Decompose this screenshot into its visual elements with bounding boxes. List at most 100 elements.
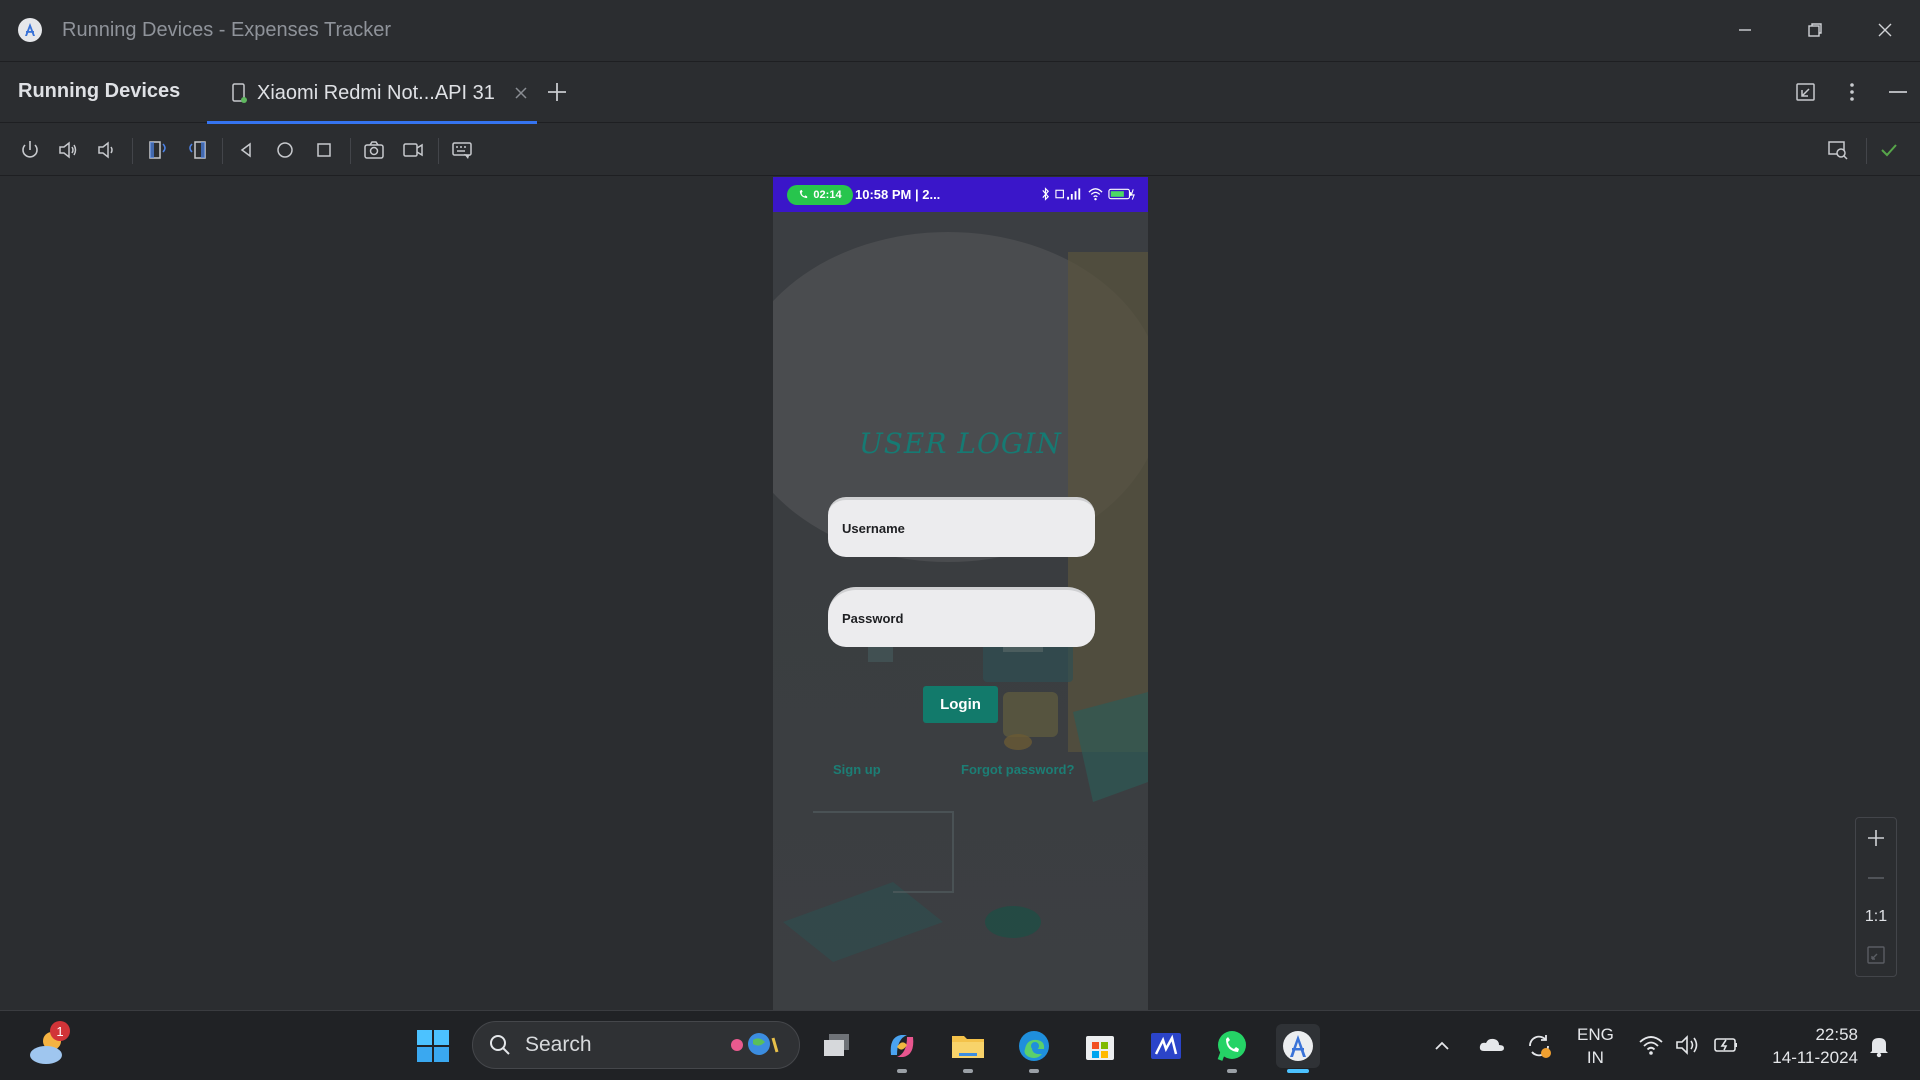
fit-screen-icon xyxy=(1867,946,1885,964)
overview-icon xyxy=(317,143,331,157)
panel-title: Running Devices xyxy=(18,80,181,102)
notification-bell-icon[interactable] xyxy=(1866,1033,1892,1059)
ongoing-call-pill[interactable]: 02:14 xyxy=(787,184,853,205)
signup-link[interactable]: Sign up xyxy=(833,762,881,777)
chevron-up-icon[interactable] xyxy=(1432,1036,1452,1056)
windows-start-icon xyxy=(417,1030,449,1062)
username-field[interactable]: Username xyxy=(828,497,1095,557)
restore-icon xyxy=(1808,23,1822,37)
copilot-button[interactable] xyxy=(880,1024,924,1073)
wifi-icon[interactable] xyxy=(1638,1033,1664,1057)
microsoft-store-button[interactable] xyxy=(1078,1024,1122,1068)
rotate-left-icon xyxy=(149,141,166,159)
zoom-fit-button[interactable] xyxy=(1856,940,1896,970)
device-mirroring-button[interactable] xyxy=(1824,136,1852,164)
screen: Running Devices - Expenses Tracker Runni… xyxy=(0,0,1920,1080)
status-time: 10:58 PM | 2... xyxy=(855,187,941,202)
phone-icon xyxy=(232,83,247,103)
home-icon xyxy=(277,142,293,158)
clock-time: 22:58 xyxy=(1815,1025,1858,1044)
status-ok-button[interactable] xyxy=(1875,136,1903,164)
power-icon xyxy=(22,141,38,158)
edge-icon xyxy=(1019,1031,1049,1061)
pen-app-button[interactable] xyxy=(1144,1024,1188,1068)
volume-up-icon xyxy=(59,141,77,159)
search-icon xyxy=(490,1035,510,1055)
emulator-toolbar xyxy=(0,124,1920,176)
search-label: Search xyxy=(525,1033,592,1056)
phone-screen[interactable]: 02:14 10:58 PM | 2... USER LOGIN Usernam… xyxy=(773,177,1148,1010)
power-button[interactable] xyxy=(16,136,44,164)
tab-device[interactable]: Xiaomi Redmi Not...API 31 xyxy=(207,62,537,124)
screen-record-button[interactable] xyxy=(399,136,427,164)
clock-date: 14-11-2024 xyxy=(1772,1048,1858,1067)
android-studio-button[interactable] xyxy=(1276,1024,1320,1073)
zoom-out-button[interactable] xyxy=(1856,863,1896,893)
taskbar-search[interactable]: Search xyxy=(472,1021,800,1069)
start-button[interactable] xyxy=(411,1024,455,1068)
sync-icon[interactable] xyxy=(1524,1031,1554,1061)
region-code: IN xyxy=(1586,1048,1604,1067)
volume-down-button[interactable] xyxy=(92,136,120,164)
password-field[interactable]: Password xyxy=(828,587,1095,647)
check-icon xyxy=(1881,144,1897,157)
file-explorer-button[interactable] xyxy=(946,1024,990,1073)
bluetooth-icon xyxy=(1042,187,1049,201)
login-button[interactable]: Login xyxy=(923,686,998,723)
device-mirroring-icon xyxy=(1828,141,1848,160)
login-title: USER LOGIN xyxy=(859,427,1062,460)
minimize-button[interactable] xyxy=(1710,0,1780,60)
copilot-icon xyxy=(890,1035,914,1057)
task-view-button[interactable] xyxy=(815,1024,859,1068)
hide-panel-icon[interactable] xyxy=(1886,80,1910,104)
add-tab-icon[interactable] xyxy=(545,80,569,104)
more-options-icon[interactable] xyxy=(1840,80,1864,104)
android-studio-logo-icon xyxy=(18,18,42,42)
tab-close-icon[interactable] xyxy=(513,85,529,101)
keyboard-icon xyxy=(452,142,472,159)
close-button[interactable] xyxy=(1850,0,1920,60)
onedrive-icon[interactable] xyxy=(1478,1033,1506,1057)
device-display-area: 02:14 10:58 PM | 2... USER LOGIN Usernam… xyxy=(0,177,1920,1010)
language-indicator[interactable]: ENG IN xyxy=(1577,1023,1614,1069)
taskbar-clock[interactable]: 22:58 14-11-2024 xyxy=(1758,1023,1858,1069)
notification-badge: 1 xyxy=(50,1021,70,1041)
microsoft-store-icon xyxy=(1086,1036,1114,1060)
tool-window-header: Running Devices Xiaomi Redmi Not...API 3… xyxy=(0,61,1920,124)
zoom-reset-button[interactable]: 1:1 xyxy=(1856,902,1896,932)
pen-app-icon xyxy=(1151,1033,1181,1059)
home-button[interactable] xyxy=(271,136,299,164)
volume-up-button[interactable] xyxy=(54,136,82,164)
whatsapp-button[interactable] xyxy=(1210,1024,1254,1073)
rotate-right-button[interactable] xyxy=(183,136,211,164)
call-icon xyxy=(800,189,808,199)
minimize-icon xyxy=(1739,29,1751,31)
volume-icon[interactable] xyxy=(1674,1033,1702,1057)
close-icon xyxy=(1878,23,1892,37)
task-view-icon xyxy=(824,1034,849,1056)
back-icon xyxy=(240,142,251,158)
call-timer: 02:14 xyxy=(813,188,842,201)
phone-status-bar: 02:14 10:58 PM | 2... xyxy=(773,177,1148,212)
zoom-in-button[interactable] xyxy=(1856,823,1896,853)
forgot-password-link[interactable]: Forgot password? xyxy=(961,762,1074,777)
back-button[interactable] xyxy=(232,136,260,164)
screenshot-button[interactable] xyxy=(360,136,388,164)
battery-charging-icon[interactable] xyxy=(1712,1033,1740,1057)
whatsapp-icon xyxy=(1217,1031,1246,1061)
plus-icon xyxy=(1868,830,1884,846)
window-title: Running Devices - Expenses Tracker xyxy=(62,18,392,41)
file-explorer-icon xyxy=(952,1036,984,1058)
edge-button[interactable] xyxy=(1012,1024,1056,1073)
rotate-right-icon xyxy=(189,141,206,159)
minus-icon xyxy=(1868,877,1884,879)
float-window-icon[interactable] xyxy=(1794,80,1818,104)
wifi-icon xyxy=(1088,188,1103,201)
restore-button[interactable] xyxy=(1780,0,1850,60)
screenshot-icon xyxy=(364,141,384,159)
keyboard-button[interactable] xyxy=(448,136,476,164)
overview-button[interactable] xyxy=(310,136,338,164)
tab-device-label: Xiaomi Redmi Not...API 31 xyxy=(257,81,495,104)
search-highlight-icon xyxy=(731,1033,779,1055)
rotate-left-button[interactable] xyxy=(144,136,172,164)
